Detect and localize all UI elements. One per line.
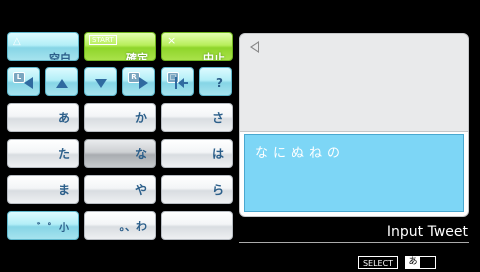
kana-key-label: た <box>57 147 70 161</box>
cancel-key[interactable]: × 中止 <box>161 32 233 61</box>
cursor-down-key[interactable] <box>84 67 117 96</box>
kana-key-sa[interactable]: さ <box>161 103 233 132</box>
kana-key-label: か <box>134 111 147 125</box>
input-text: なにぬねの <box>255 146 346 161</box>
mode-title: Input Tweet <box>386 224 468 240</box>
confirm-key[interactable]: START 確定 <box>84 32 156 61</box>
kana-key-label: あ <box>57 111 70 125</box>
backspace-key[interactable]: □ <box>161 67 194 96</box>
backspace-icon <box>175 77 188 89</box>
text-input-field[interactable]: なにぬねの <box>244 134 464 212</box>
input-mode-label: あ <box>406 257 420 268</box>
help-key[interactable]: ? <box>199 67 232 96</box>
kana-key-label: 。、わ <box>119 220 148 233</box>
cancel-key-label: 中止 <box>203 52 225 61</box>
blank-key[interactable] <box>161 211 233 240</box>
select-button-hint: SELECT <box>358 256 398 269</box>
space-key-label: 空白 <box>49 52 71 61</box>
dakuten-small-key[interactable]: ゛゜小 <box>7 211 79 240</box>
cursor-up-key[interactable] <box>45 67 78 96</box>
space-key[interactable]: △ 空白 <box>7 32 79 61</box>
divider <box>239 242 469 243</box>
left-arrow-icon <box>24 77 33 89</box>
input-mode-indicator: あ <box>405 256 436 269</box>
kana-key-ta[interactable]: た <box>7 139 79 168</box>
confirm-key-label: 確定 <box>126 52 148 61</box>
kana-key-ra[interactable]: ら <box>161 175 233 204</box>
kana-key-label: ま <box>57 183 70 197</box>
kana-key-ka[interactable]: か <box>84 103 156 132</box>
input-panel: なにぬねの <box>239 131 469 217</box>
help-key-label: ? <box>216 76 223 90</box>
kana-key-label: さ <box>211 111 224 125</box>
up-arrow-icon <box>56 79 68 88</box>
kana-key-label: や <box>134 183 147 197</box>
right-arrow-icon <box>139 77 148 89</box>
cursor-right-key[interactable]: R <box>122 67 155 96</box>
punct-wa-key[interactable]: 。、わ <box>84 211 156 240</box>
kana-key-label: ゛゜小 <box>37 223 70 234</box>
kana-key-ya[interactable]: や <box>84 175 156 204</box>
cross-icon: × <box>167 34 177 47</box>
preview-area <box>239 33 469 132</box>
kana-key-label: は <box>211 147 224 161</box>
down-arrow-icon <box>95 79 107 88</box>
back-triangle-inner <box>252 43 258 51</box>
start-tag: START <box>89 35 117 45</box>
kana-key-ha[interactable]: は <box>161 139 233 168</box>
kana-key-ma[interactable]: ま <box>7 175 79 204</box>
cursor-left-key[interactable]: L <box>7 67 40 96</box>
kana-key-label: な <box>134 147 147 161</box>
triangle-icon: △ <box>13 36 21 47</box>
kana-key-na-selected[interactable]: な <box>84 139 156 168</box>
kana-key-a[interactable]: あ <box>7 103 79 132</box>
kana-key-label: ら <box>211 183 224 197</box>
